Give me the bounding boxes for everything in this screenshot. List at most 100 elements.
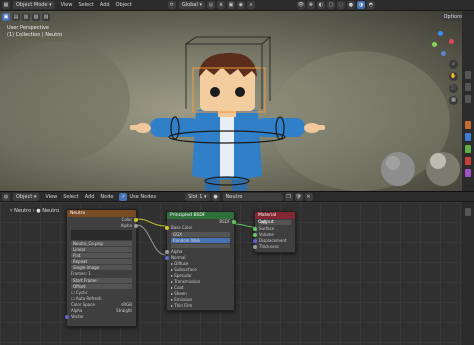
transform-orientation-icon[interactable]: ⟳ xyxy=(167,1,176,9)
base-color-label: Base Color xyxy=(171,225,193,230)
transform-orientation-dropdown[interactable]: Global ▾ xyxy=(178,1,205,9)
node-editor-canvas[interactable]: ▿ Neutro › ● Neutro Neutro Color Alpha N… xyxy=(0,202,462,345)
camera-icon[interactable]: 🎥 xyxy=(449,84,458,93)
properties-modifier-icon[interactable] xyxy=(465,133,471,141)
snap-icon[interactable]: ⋔ xyxy=(216,1,225,9)
transform-label: Global xyxy=(181,2,198,8)
pan-hand-icon[interactable]: ✋ xyxy=(449,72,458,81)
vector-input-label: Vector xyxy=(71,314,84,319)
xray-icon[interactable]: ▢ xyxy=(326,1,335,9)
gizmo-y-axis[interactable] xyxy=(432,42,437,47)
zoom-icon[interactable]: ⌕ xyxy=(449,60,458,69)
node-editor-type-icon[interactable]: ◍ xyxy=(2,192,10,201)
ior-slider[interactable] xyxy=(171,244,230,248)
mode-dropdown[interactable]: Object Mode ▾ xyxy=(13,1,55,9)
volume-input-socket[interactable] xyxy=(253,233,257,237)
distribution-dropdown[interactable]: GGX xyxy=(171,232,230,237)
offset-field[interactable]: Offset: xyxy=(71,284,132,289)
shading-rendered-icon[interactable]: ◓ xyxy=(366,1,375,9)
node-menu-node[interactable]: Node xyxy=(100,194,113,200)
properties-object-icon[interactable] xyxy=(465,121,471,129)
select-invert-icon[interactable]: ▨ xyxy=(42,12,50,21)
menu-view[interactable]: View xyxy=(61,2,73,8)
select-box-icon[interactable]: ▣ xyxy=(2,12,10,21)
start-frame-field[interactable]: Start Frame: xyxy=(71,278,132,283)
properties-data-icon[interactable] xyxy=(465,145,471,153)
normal-input-socket[interactable] xyxy=(165,256,169,260)
mode-label: Object Mode xyxy=(16,2,48,8)
image-preview xyxy=(71,230,132,240)
properties-material-icon[interactable] xyxy=(465,157,471,165)
gizmo-neg-z-axis[interactable] xyxy=(441,51,446,56)
select-subtract-icon[interactable]: ▥ xyxy=(22,12,30,21)
interpolation-dropdown[interactable]: Linear xyxy=(71,247,132,252)
thickness-input-label: Thickness xyxy=(259,244,279,249)
menu-add[interactable]: Add xyxy=(100,2,110,8)
output-target-dropdown[interactable]: All xyxy=(259,220,291,225)
menu-select[interactable]: Select xyxy=(78,2,93,8)
color-space-label: Color Space xyxy=(71,302,95,307)
extension-dropdown[interactable]: Repeat xyxy=(71,259,132,264)
cyclic-label: Cyclic xyxy=(75,290,88,295)
displacement-input-socket[interactable] xyxy=(253,239,257,243)
projection-dropdown[interactable]: Flat xyxy=(71,253,132,258)
3d-viewport[interactable]: User Perspective (1) Collection | Neutro… xyxy=(0,11,462,191)
material-output-node[interactable]: Material Output All Surface Volume Displ… xyxy=(253,211,296,253)
slot-dropdown[interactable]: Slot 1 ▾ xyxy=(185,192,210,201)
sidebar-tab-view[interactable] xyxy=(465,95,471,103)
sidebar-tab-item[interactable] xyxy=(465,71,471,79)
color-output-socket[interactable] xyxy=(134,218,138,222)
panel-sheen-label: Sheen xyxy=(174,291,187,296)
surface-input-socket[interactable] xyxy=(253,227,257,231)
node-menu-select[interactable]: Select xyxy=(63,194,78,200)
normal-input-label: Normal xyxy=(171,255,186,260)
select-extend-icon[interactable]: ▤ xyxy=(12,12,20,21)
shading-material-icon[interactable]: ◑ xyxy=(356,1,365,9)
node-editor-sidebar-strip xyxy=(462,202,474,345)
properties-texture-icon[interactable] xyxy=(465,169,471,177)
unlink-material-icon[interactable]: ✕ xyxy=(304,192,313,201)
material-name-field[interactable]: Neutro xyxy=(222,192,283,201)
viewport-sidebar-strip xyxy=(462,11,474,191)
bsdf-node-title: Principled BSDF xyxy=(170,213,206,218)
menu-object[interactable]: Object xyxy=(116,2,132,8)
shading-wire-icon[interactable]: ◌ xyxy=(336,1,345,9)
visibility-icon[interactable]: 👁 xyxy=(296,1,305,9)
alpha-output-label: Alpha xyxy=(120,223,132,228)
gizmo-z-axis[interactable] xyxy=(438,31,443,36)
panel-thin-film[interactable]: ▸ Thin Film xyxy=(167,303,234,309)
base-color-socket[interactable] xyxy=(165,226,169,230)
vector-input-socket[interactable] xyxy=(65,315,69,319)
image-node-title: Neutro xyxy=(70,211,86,216)
image-texture-node[interactable]: Neutro Color Alpha Neutro_Co.png Linear … xyxy=(65,209,138,327)
node-sidebar-tab[interactable] xyxy=(465,208,471,216)
principled-bsdf-node[interactable]: Principled BSDF BSDF Base Color GGX Rand… xyxy=(165,211,236,311)
snap-target-icon[interactable]: ▣ xyxy=(226,1,235,9)
alpha-output-socket[interactable] xyxy=(134,224,138,228)
falloff-icon[interactable]: ∧ xyxy=(246,1,255,9)
pivot-icon[interactable]: ◎ xyxy=(206,1,215,9)
use-nodes-checkbox[interactable]: ✓ xyxy=(119,192,128,201)
subsurface-method-dropdown[interactable]: Random Walk xyxy=(171,238,230,243)
source-dropdown[interactable]: Single Image xyxy=(71,265,132,270)
shading-solid-icon[interactable]: ● xyxy=(346,1,355,9)
thickness-input-socket[interactable] xyxy=(253,245,257,249)
gizmo-toggle-icon[interactable]: ✥ xyxy=(306,1,315,9)
editor-type-icon[interactable]: ▦ xyxy=(2,1,10,9)
node-menu-add[interactable]: Add xyxy=(85,194,95,200)
duplicate-material-icon[interactable]: ❐ xyxy=(284,192,293,201)
panel-specular-label: Specular xyxy=(174,273,192,278)
perspective-grid-icon[interactable]: ▦ xyxy=(449,96,458,105)
node-menu-view[interactable]: View xyxy=(45,194,57,200)
image-file-field[interactable]: Neutro_Co.png xyxy=(71,241,132,246)
shader-type-dropdown[interactable]: Object ▾ xyxy=(13,192,40,201)
select-intersect-icon[interactable]: ▧ xyxy=(32,12,40,21)
material-sphere-icon[interactable]: ● xyxy=(211,192,220,201)
alpha-input-socket[interactable] xyxy=(165,250,169,254)
proportional-edit-icon[interactable]: ◉ xyxy=(236,1,245,9)
fake-user-icon[interactable]: 🛡 xyxy=(294,192,303,201)
gizmo-x-axis[interactable] xyxy=(449,39,454,44)
overlay-toggle-icon[interactable]: ◐ xyxy=(316,1,325,9)
bsdf-output-socket[interactable] xyxy=(232,220,236,224)
sidebar-tab-tool[interactable] xyxy=(465,83,471,91)
